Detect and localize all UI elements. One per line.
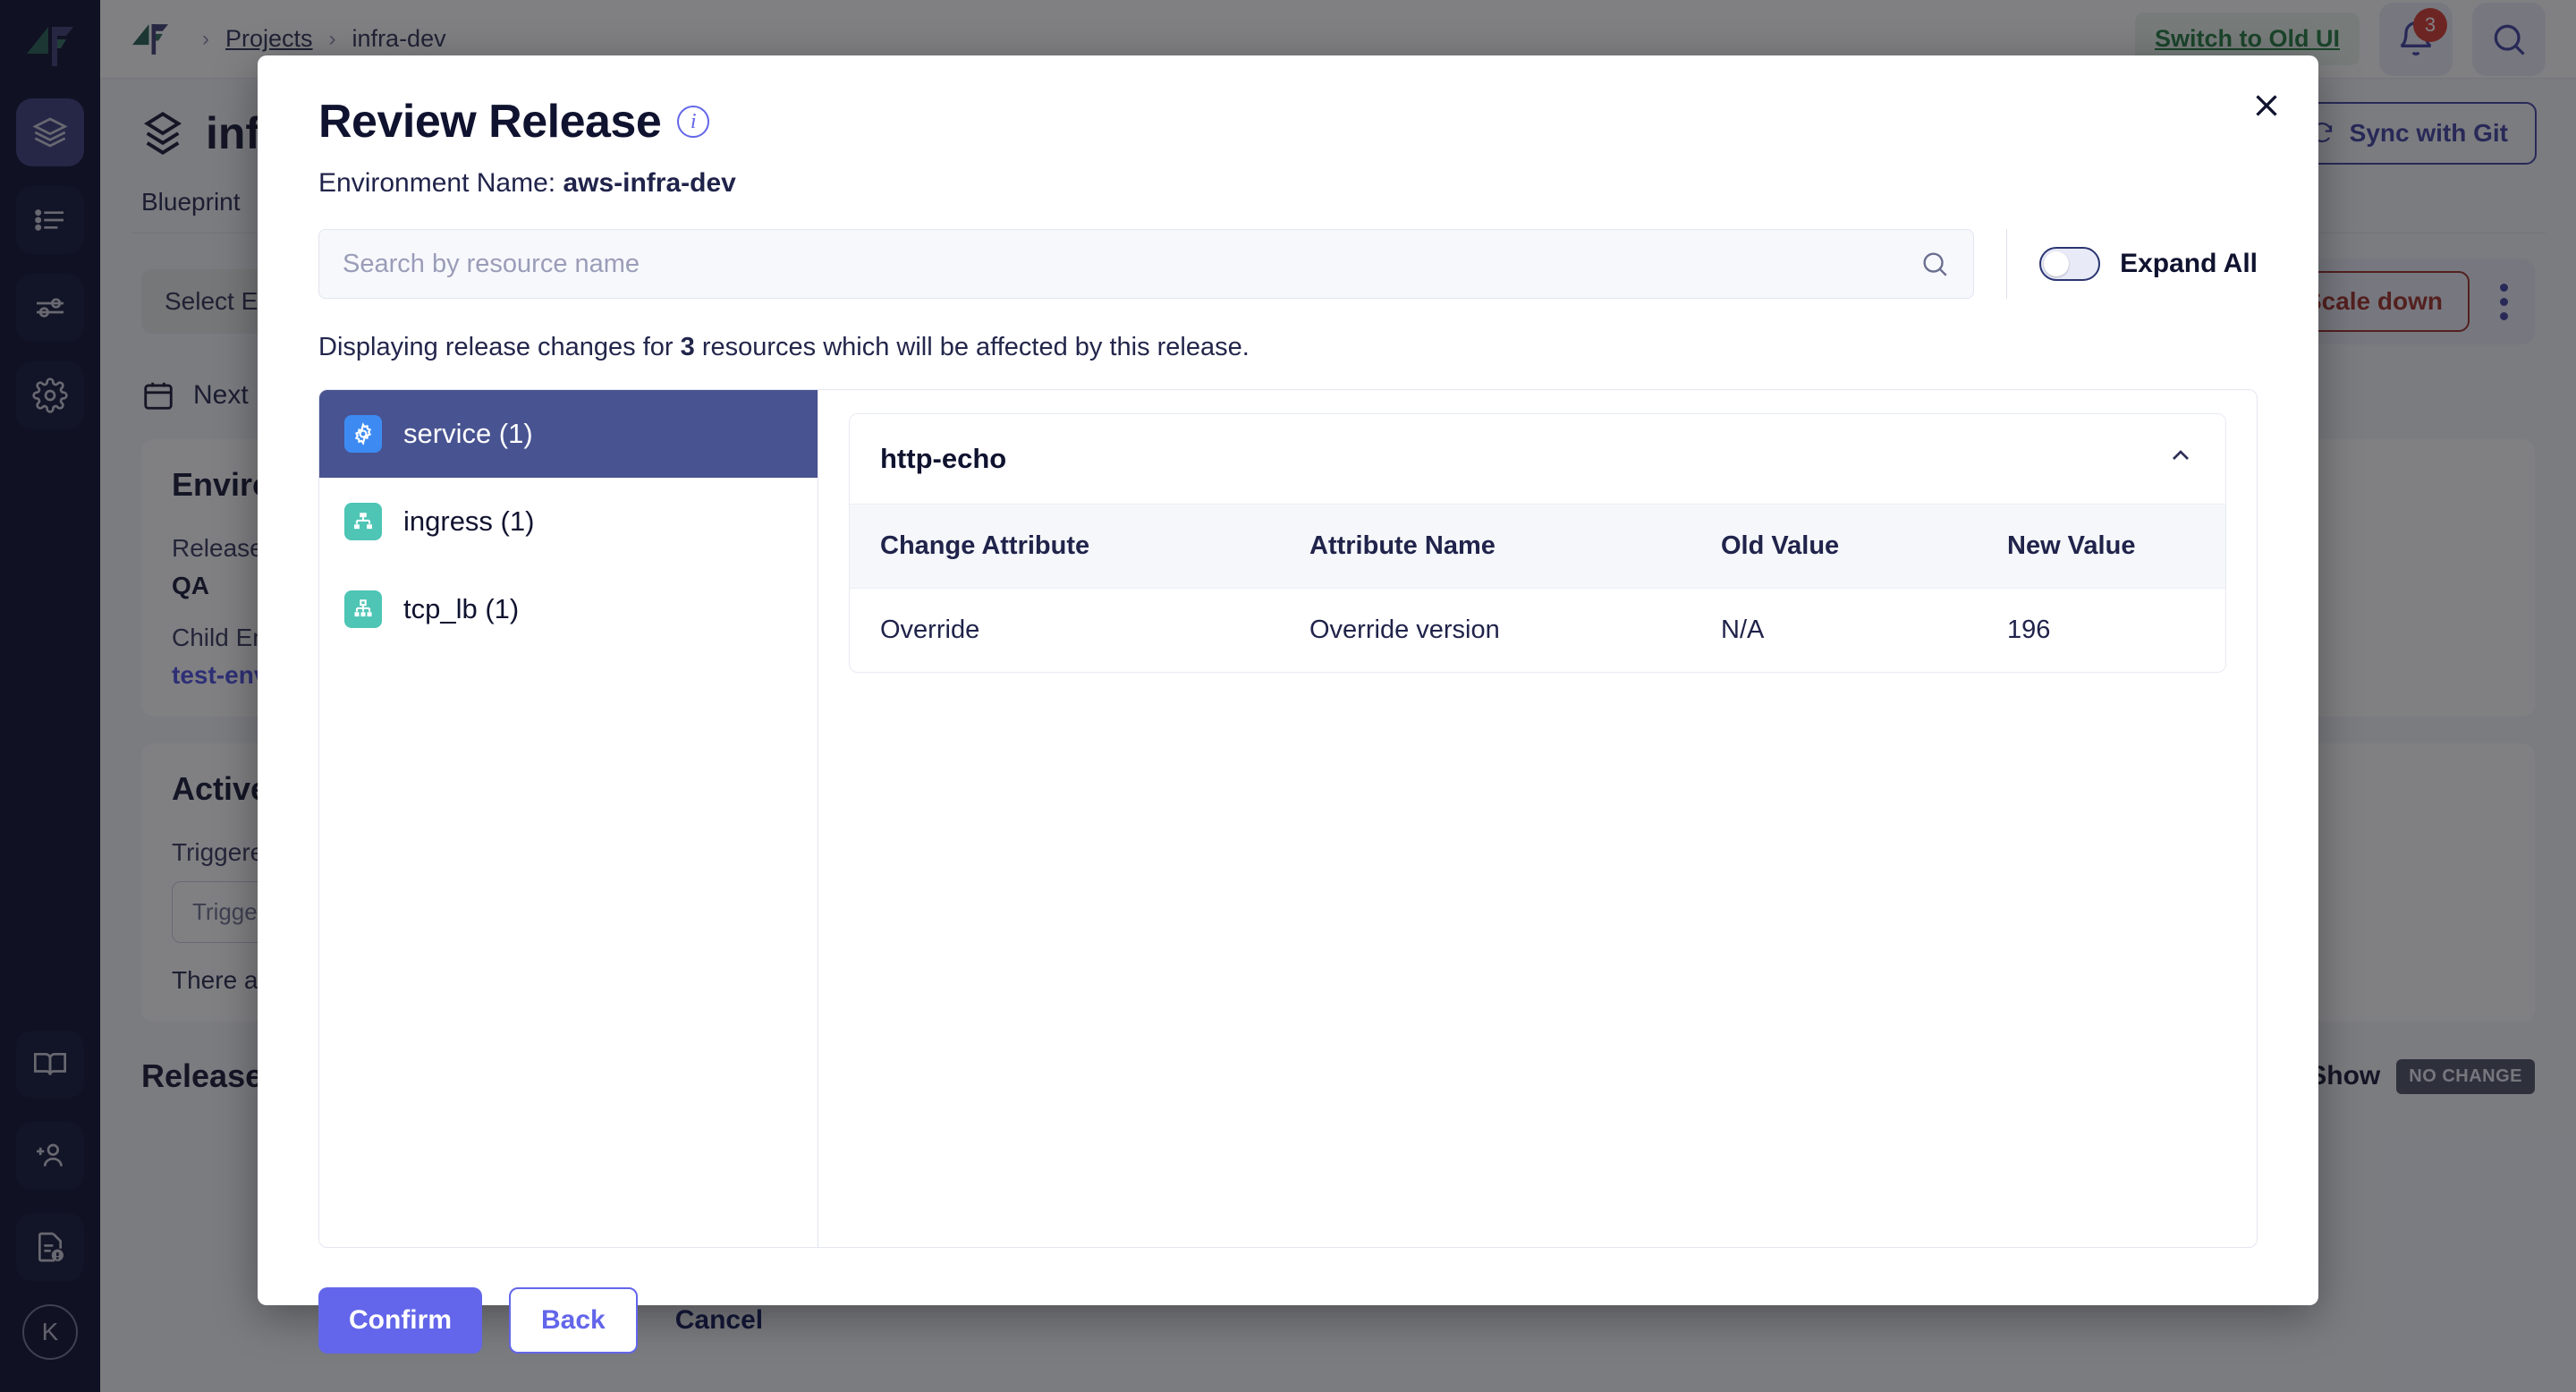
dialog-title-row: Review Release i — [288, 55, 2288, 149]
dialog-title: Review Release — [318, 96, 662, 148]
close-icon — [2256, 95, 2277, 116]
column-header-attribute-name: Attribute Name — [1279, 504, 1690, 589]
environment-name-value: aws-infra-dev — [563, 168, 736, 198]
cell-old-value: N/A — [1721, 615, 1765, 644]
expand-all-label: Expand All — [2120, 249, 2258, 278]
resource-name: http-echo — [880, 443, 1007, 474]
dialog-search-row: Expand All — [288, 199, 2288, 299]
gear-icon — [344, 415, 382, 453]
resource-type-list: service (1) ingress (1) tcp_lb (1) — [319, 390, 818, 1247]
environment-name-label: Environment Name: — [318, 168, 556, 198]
resource-accordion: http-echo Change Attribute Attribute Nam… — [849, 413, 2226, 673]
chevron-up-icon[interactable] — [2166, 441, 2195, 477]
back-button[interactable]: Back — [509, 1287, 638, 1354]
release-summary-text: Displaying release changes for 3 resourc… — [288, 299, 2288, 362]
resource-type-label: tcp_lb (1) — [403, 593, 520, 624]
expand-all-toggle[interactable] — [2039, 247, 2101, 281]
resource-type-item-ingress[interactable]: ingress (1) — [319, 478, 818, 565]
divider — [2006, 229, 2008, 299]
cell-attribute-name: Override version — [1309, 615, 1500, 644]
search-input[interactable] — [343, 249, 1920, 279]
release-changes-panes: service (1) ingress (1) tcp_lb (1) http-… — [318, 389, 2258, 1248]
review-release-dialog: Review Release i Environment Name: aws-i… — [258, 55, 2318, 1354]
summary-prefix: Displaying release changes for — [318, 333, 674, 361]
table-header-row: Change Attribute Attribute Name Old Valu… — [850, 504, 2225, 589]
changes-table-head: Change Attribute Attribute Name Old Valu… — [850, 504, 2225, 589]
cell-new-value: 196 — [2007, 615, 2051, 644]
changes-table-body: Override Override version N/A 196 — [850, 589, 2225, 673]
dialog-footer: Confirm Back Cancel — [288, 1248, 2288, 1354]
resource-search-box[interactable] — [318, 229, 1975, 299]
table-row: Override Override version N/A 196 — [850, 589, 2225, 673]
toggle-knob — [2044, 251, 2070, 276]
resource-accordion-header[interactable]: http-echo — [850, 414, 2225, 504]
app-root: K › Projects › infra-dev Switch to Old U… — [0, 0, 2576, 1392]
column-header-old-value: Old Value — [1690, 504, 1977, 589]
resource-type-label: ingress (1) — [403, 505, 535, 537]
info-icon[interactable]: i — [677, 106, 710, 138]
confirm-button[interactable]: Confirm — [318, 1287, 482, 1354]
cell-change-attribute: Override — [880, 615, 980, 644]
resource-type-label: service (1) — [403, 418, 533, 449]
resource-type-item-tcp-lb[interactable]: tcp_lb (1) — [319, 565, 818, 653]
search-icon[interactable] — [1919, 249, 1950, 279]
summary-count: 3 — [680, 333, 695, 361]
column-header-change-attribute: Change Attribute — [850, 504, 1279, 589]
environment-name-line: Environment Name: aws-infra-dev — [288, 149, 2288, 199]
expand-all-control: Expand All — [2039, 247, 2258, 281]
resource-changes-pane: http-echo Change Attribute Attribute Nam… — [818, 390, 2257, 1247]
sitemap-icon — [344, 590, 382, 628]
changes-table: Change Attribute Attribute Name Old Valu… — [850, 504, 2225, 672]
resource-type-item-service[interactable]: service (1) — [319, 390, 818, 478]
summary-suffix: resources which will be affected by this… — [701, 333, 1250, 361]
close-dialog-button[interactable] — [2234, 73, 2299, 138]
cancel-button[interactable]: Cancel — [665, 1287, 774, 1354]
column-header-new-value: New Value — [1977, 504, 2225, 589]
sitemap-icon — [344, 503, 382, 540]
